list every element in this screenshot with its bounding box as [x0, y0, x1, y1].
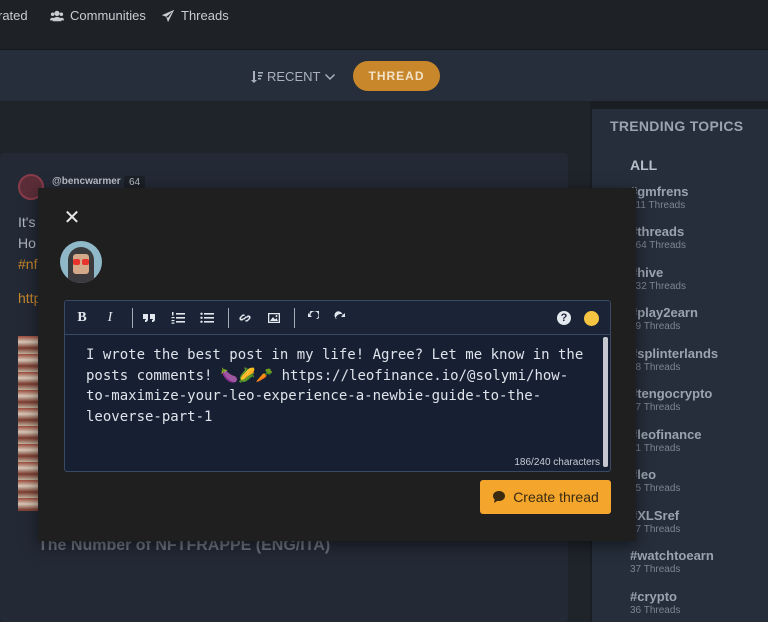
topic-count: 37 Threads	[630, 524, 681, 535]
post-text-line-2: Ho	[18, 235, 36, 251]
nav-item-threads[interactable]: Threads	[161, 8, 229, 23]
post-text-line-1: It's	[18, 214, 36, 230]
undo-button[interactable]	[303, 309, 321, 327]
topic-count: 45 Threads	[630, 483, 681, 494]
sort-label: RECENT	[267, 69, 321, 84]
toolbar-divider	[228, 308, 229, 328]
topic-count: 311 Threads	[630, 200, 686, 211]
topic-name: #crypto	[630, 589, 677, 604]
post-hashtag[interactable]: #nf	[18, 256, 37, 272]
close-icon[interactable]: ✕	[62, 208, 82, 228]
nav-item-partial-label: rated	[0, 8, 28, 23]
avatar-heart-eye-right	[82, 259, 89, 265]
thread-text-input[interactable]: I wrote the best post in my life! Agree?…	[86, 345, 586, 427]
post-author-username[interactable]: @bencwarmer	[52, 176, 121, 187]
filter-bar: RECENT THREAD	[0, 50, 768, 101]
topic-item[interactable]: #tengocrypto 57 Threads	[630, 386, 712, 414]
user-avatar	[60, 241, 102, 283]
topic-name: #play2earn	[630, 305, 698, 320]
editor-scrollbar[interactable]	[603, 337, 608, 467]
topic-count: 132 Threads	[630, 281, 686, 292]
sort-dropdown[interactable]: RECENT	[251, 69, 336, 84]
topic-item[interactable]: #gmfrens 311 Threads	[630, 184, 689, 212]
topic-count: 58 Threads	[630, 362, 681, 373]
help-button[interactable]: ?	[555, 309, 573, 327]
topic-item[interactable]: #threads 164 Threads	[630, 224, 686, 252]
link-button[interactable]	[236, 309, 254, 327]
nav-item-partial[interactable]: rated	[0, 8, 28, 23]
character-count: 186/240 characters	[514, 457, 600, 468]
redo-button[interactable]	[332, 309, 350, 327]
topic-all[interactable]: ALL	[630, 157, 657, 173]
quote-button[interactable]	[140, 309, 158, 327]
help-icon: ?	[557, 311, 571, 325]
emoji-button[interactable]	[582, 309, 600, 327]
topic-item[interactable]: #XLSref 37 Threads	[630, 508, 680, 536]
create-thread-label: Create thread	[513, 489, 599, 505]
topic-item[interactable]: #crypto 36 Threads	[630, 589, 680, 617]
nav-item-threads-label: Threads	[181, 8, 229, 23]
bold-button[interactable]: B	[73, 309, 91, 327]
paper-plane-icon	[161, 9, 175, 22]
ordered-list-button[interactable]	[169, 309, 187, 327]
topic-name: #XLSref	[630, 508, 680, 523]
sort-icon	[251, 70, 263, 83]
topic-count: 57 Threads	[630, 402, 681, 413]
avatar-heart-eye-left	[73, 259, 80, 265]
topic-name: #leofinance	[630, 427, 702, 442]
topic-item[interactable]: #watchtoearn 37 Threads	[630, 548, 714, 576]
topic-name: #tengocrypto	[630, 386, 713, 401]
topic-count: 51 Threads	[630, 443, 681, 454]
toolbar-divider	[294, 308, 295, 328]
redo-icon	[334, 311, 345, 319]
undo-icon	[308, 311, 319, 319]
smile-icon	[583, 310, 599, 326]
topic-count: 59 Threads	[630, 321, 681, 332]
topic-count: 37 Threads	[630, 564, 681, 575]
comment-icon	[493, 491, 506, 503]
thread-editor: B I ? I wrote the best post in my life! …	[64, 300, 611, 472]
chevron-down-icon	[325, 73, 336, 80]
topic-name: #splinterlands	[630, 346, 719, 361]
toolbar-divider	[132, 308, 133, 328]
trending-topics-title: TRENDING TOPICS	[610, 118, 744, 134]
editor-toolbar: B I ?	[65, 301, 610, 335]
ordered-list-icon	[171, 312, 185, 324]
nav-item-communities[interactable]: Communities	[50, 8, 146, 23]
topic-name: #threads	[630, 224, 685, 239]
top-navigation: rated Communities Threads	[0, 0, 768, 50]
topic-name: #watchtoearn	[630, 548, 714, 563]
quote-icon	[143, 314, 155, 322]
unordered-list-icon	[200, 312, 214, 323]
image-button[interactable]	[265, 309, 283, 327]
link-icon	[239, 314, 251, 322]
post-image[interactable]	[18, 336, 38, 511]
topic-item[interactable]: #splinterlands 58 Threads	[630, 346, 718, 374]
topic-name: #gmfrens	[630, 184, 689, 199]
topic-name: #leo	[630, 467, 657, 482]
unordered-list-button[interactable]	[198, 309, 216, 327]
topic-count: 164 Threads	[630, 240, 686, 251]
create-thread-modal: ✕ B I ? I wrote the best post in my life…	[38, 188, 636, 541]
topic-item[interactable]: #leofinance 51 Threads	[630, 427, 702, 455]
topic-item[interactable]: #play2earn 59 Threads	[630, 305, 698, 333]
nav-item-communities-label: Communities	[70, 8, 146, 23]
topic-count: 36 Threads	[630, 605, 681, 616]
topic-item[interactable]: #hive 132 Threads	[630, 265, 686, 293]
topic-name: #hive	[630, 265, 664, 280]
new-thread-button[interactable]: THREAD	[353, 61, 440, 91]
create-thread-button[interactable]: Create thread	[480, 480, 611, 514]
image-icon	[268, 313, 280, 323]
italic-button[interactable]: I	[101, 309, 119, 327]
users-icon	[50, 10, 64, 21]
topic-item[interactable]: #leo 45 Threads	[630, 467, 680, 495]
